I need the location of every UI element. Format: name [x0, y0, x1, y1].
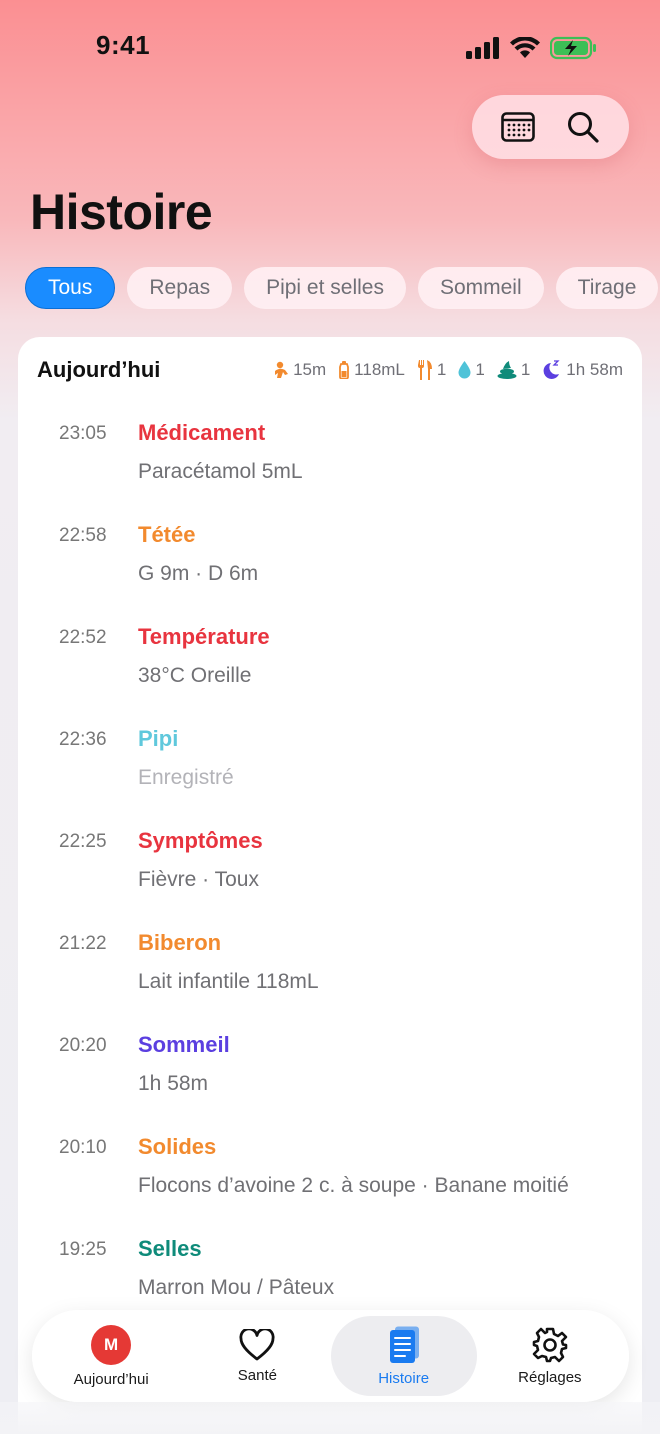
search-button[interactable]: [559, 103, 607, 151]
filter-chip-diapers[interactable]: Pipi et selles: [244, 267, 406, 309]
entry-title: Médicament: [138, 420, 266, 445]
entry-time: 23:05: [59, 423, 107, 444]
tab-today[interactable]: M Aujourd’hui: [38, 1316, 184, 1396]
entry-detail: Enregistré: [138, 766, 234, 789]
entry-detail: G 9m · D 6m: [138, 562, 259, 585]
summary-nursing-value: 15m: [293, 360, 327, 379]
page-title: Histoire: [30, 184, 213, 240]
entry-title: Pipi: [138, 726, 179, 751]
entry-time: 20:10: [59, 1137, 107, 1158]
droplet-icon: [458, 361, 471, 379]
entry-time: 21:22: [59, 933, 107, 954]
entry-time: 22:52: [59, 627, 107, 648]
entry-detail: 38°C Oreille: [138, 664, 252, 687]
journal-icon: [389, 1326, 419, 1363]
summary-nursing: 15m: [273, 360, 326, 380]
status-time: 9:41: [96, 30, 151, 60]
entry-detail: 1h 58m: [138, 1072, 209, 1095]
entry-row[interactable]: 22:36 Pipi Enregistré: [18, 723, 642, 825]
summary-bottle-value: 118mL: [354, 360, 405, 379]
calendar-icon: [501, 112, 536, 142]
tab-today-label: Aujourd’hui: [73, 1370, 149, 1388]
summary-solids-value: 1: [436, 360, 447, 379]
entry-detail: Marron Mou / Pâteux: [138, 1276, 335, 1299]
entry-title: Solides: [138, 1134, 217, 1159]
fork-knife-icon: [417, 360, 432, 380]
tab-health-label: Santé: [237, 1366, 277, 1384]
day-label: Aujourd’hui: [37, 357, 161, 382]
tab-settings-label: Réglages: [518, 1368, 582, 1386]
summary-solids: 1: [417, 360, 446, 380]
filter-chip-all[interactable]: Tous: [25, 267, 116, 309]
entry-title: Sommeil: [138, 1032, 230, 1057]
summary-sleep: 1h 58m: [542, 360, 623, 380]
tab-settings[interactable]: Réglages: [477, 1316, 623, 1396]
bottom-fade: [0, 1402, 660, 1434]
entry-time: 20:20: [59, 1035, 107, 1056]
battery-charging-icon: [550, 36, 596, 60]
entry-time: 22:36: [59, 729, 107, 750]
entry-list: 23:05 Médicament Paracétamol 5mL 22:58 T…: [18, 417, 642, 1335]
entry-title: Symptômes: [138, 828, 263, 853]
heart-icon: [239, 1328, 275, 1360]
bottle-icon: [339, 361, 350, 379]
summary-pee: 1: [458, 360, 485, 380]
status-bar: 9:41: [0, 0, 660, 96]
entry-row[interactable]: 20:20 Sommeil 1h 58m: [18, 1029, 642, 1131]
entry-row[interactable]: 22:58 Tétée G 9m · D 6m: [18, 519, 642, 621]
tab-bar: M Aujourd’hui Santé Histoire Réglages: [32, 1310, 629, 1402]
avatar: M: [91, 1324, 132, 1365]
entry-detail: Fièvre · Toux: [138, 868, 259, 891]
calendar-button[interactable]: [494, 103, 542, 151]
tab-health[interactable]: Santé: [184, 1316, 330, 1396]
entry-time: 19:25: [59, 1239, 107, 1260]
summary-sleep-value: 1h 58m: [566, 360, 623, 379]
status-icons: [466, 36, 598, 60]
summary-bottle: 118mL: [338, 360, 405, 380]
cellular-signal-icon: [466, 37, 499, 59]
entry-row[interactable]: 22:25 Symptômes Fièvre · Toux: [18, 825, 642, 927]
entry-detail: Paracétamol 5mL: [138, 460, 303, 483]
entry-title: Tétée: [138, 522, 196, 547]
entry-row[interactable]: 23:05 Médicament Paracétamol 5mL: [18, 417, 642, 519]
tab-history-label: Histoire: [378, 1369, 430, 1387]
filter-chips: Tous Repas Pipi et selles Sommeil Tirage: [25, 267, 660, 309]
top-actions: [472, 95, 629, 159]
filter-chip-meals[interactable]: Repas: [127, 267, 233, 309]
entry-row[interactable]: 21:22 Biberon Lait infantile 118mL: [18, 927, 642, 1029]
wifi-icon: [510, 37, 540, 58]
summary-poop: 1: [497, 360, 530, 380]
gear-icon: [532, 1327, 568, 1362]
nursing-icon: [275, 361, 289, 378]
day-header: Aujourd’hui 15m 118mL 1 1 1 1h 58m: [37, 355, 623, 385]
entry-title: Température: [138, 624, 270, 649]
entry-detail: Lait infantile 118mL: [138, 970, 319, 993]
poop-icon: [497, 361, 517, 379]
search-icon: [567, 112, 599, 143]
entry-time: 22:25: [59, 831, 107, 852]
day-summary: 15m 118mL 1 1 1 1h 58m: [273, 360, 623, 380]
filter-chip-pumping[interactable]: Tirage: [555, 267, 659, 309]
timeline-card: Aujourd’hui 15m 118mL 1 1 1 1h 58m 23:05…: [18, 337, 642, 1434]
entry-title: Biberon: [138, 930, 222, 955]
moon-sleep-icon: [543, 360, 560, 379]
tab-history[interactable]: Histoire: [330, 1316, 477, 1396]
entry-detail: Flocons d’avoine 2 c. à soupe · Banane m…: [138, 1174, 569, 1197]
entry-time: 22:58: [59, 525, 107, 546]
summary-poop-value: 1: [520, 360, 531, 379]
entry-row[interactable]: 20:10 Solides Flocons d’avoine 2 c. à so…: [18, 1131, 642, 1233]
summary-pee-value: 1: [475, 360, 485, 379]
entry-row[interactable]: 22:52 Température 38°C Oreille: [18, 621, 642, 723]
entry-title: Selles: [138, 1236, 202, 1261]
filter-chip-sleep[interactable]: Sommeil: [417, 267, 544, 309]
